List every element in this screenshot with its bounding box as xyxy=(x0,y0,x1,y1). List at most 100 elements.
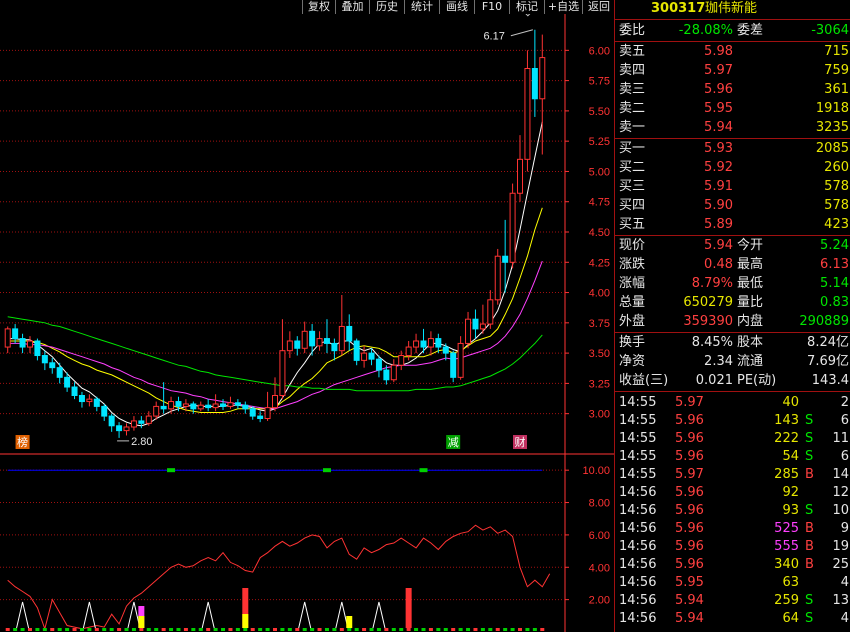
tick-volume: 64 xyxy=(782,611,799,626)
candle-body xyxy=(227,402,234,407)
baseline-dot xyxy=(376,628,381,631)
baseline-dot xyxy=(79,628,84,631)
toolbar-overlay-button[interactable]: 叠加 xyxy=(335,0,369,14)
baseline-dot xyxy=(146,628,151,631)
quote-value: 5.14 xyxy=(820,276,849,291)
tick-price: 5.95 xyxy=(675,575,704,590)
fundamental-value: 0.021 xyxy=(695,373,733,388)
tick-price: 5.94 xyxy=(675,593,704,608)
price-tick-label: 6.00 xyxy=(589,45,610,57)
candle-body xyxy=(301,330,308,349)
ask-volume: 1918 xyxy=(815,101,849,116)
signal-spike xyxy=(201,601,215,629)
bid-label: 买四 xyxy=(619,198,646,213)
candle-body xyxy=(168,401,175,410)
baseline-dot xyxy=(332,628,337,631)
toolbar-f10-button[interactable]: F10 xyxy=(474,0,509,14)
tick-row: 14:56 5.94 259 S 13 xyxy=(615,592,850,610)
tick-time: 14:55 xyxy=(619,395,657,410)
ask-label: 卖五 xyxy=(619,44,646,59)
signal-spike xyxy=(372,601,386,629)
signal-marker xyxy=(419,468,428,473)
tick-count: 25 xyxy=(832,557,849,572)
candle-body xyxy=(175,401,182,407)
toolbar-restore-rights-button[interactable]: 复权 xyxy=(302,0,335,14)
baseline-dot xyxy=(109,628,114,631)
candle-body xyxy=(101,405,108,417)
signal-spike xyxy=(127,601,141,629)
tick-time: 14:56 xyxy=(619,539,657,554)
baseline-dot xyxy=(87,628,92,631)
candle-body xyxy=(487,299,494,325)
baseline-dot xyxy=(503,628,508,631)
tick-price: 5.97 xyxy=(675,395,704,410)
tick-side: S xyxy=(805,413,814,428)
quote-value: 5.94 xyxy=(704,238,733,253)
tick-row: 14:56 5.96 555 B 19 xyxy=(615,538,850,556)
tick-row: 14:56 5.95 63 4 xyxy=(615,574,850,592)
baseline-dot xyxy=(50,628,55,631)
tick-volume: 93 xyxy=(782,503,799,518)
candle-body xyxy=(71,386,78,396)
candle-body xyxy=(272,395,278,409)
toolbar-mark-button[interactable]: 标记 xyxy=(509,0,544,14)
baseline-dot xyxy=(20,628,25,631)
price-tick-label: 5.00 xyxy=(589,166,610,178)
price-tick-label: 5.50 xyxy=(589,106,610,118)
bid-volume: 578 xyxy=(824,198,849,213)
candle-body xyxy=(502,255,509,263)
tick-volume: 92 xyxy=(782,485,799,500)
baseline-dot xyxy=(525,628,530,631)
candle-body xyxy=(450,352,457,378)
candle-body xyxy=(182,403,189,407)
baseline-dot xyxy=(131,628,136,631)
price-tick-label: 3.25 xyxy=(589,378,610,390)
quote-value: 359390 xyxy=(683,314,733,329)
toolbar-draw-line-button[interactable]: 画线 xyxy=(439,0,474,14)
bid-row: 买一 5.93 2085 xyxy=(615,140,850,158)
candle-body xyxy=(116,425,123,432)
tick-count: 10 xyxy=(832,503,849,518)
price-tick-label: 4.50 xyxy=(589,227,610,239)
baseline-dot xyxy=(384,628,389,631)
quote-value: 8.79% xyxy=(691,276,733,291)
indicator-bar xyxy=(138,616,145,628)
toolbar-history-button[interactable]: 历史 xyxy=(369,0,404,14)
fundamental-label: 净资 xyxy=(619,354,646,369)
chart-toolbar: 复权 叠加 历史 统计 画线 F10 标记 +自选 返回 xyxy=(0,0,614,14)
price-tick-label: 3.00 xyxy=(589,409,610,421)
baseline-dot xyxy=(169,628,174,631)
bid-label: 买二 xyxy=(619,160,646,175)
quote-label: 最低 xyxy=(737,276,764,291)
ask-row: 卖五 5.98 715 xyxy=(615,43,850,61)
candle-body xyxy=(12,328,19,340)
candle-body xyxy=(64,376,71,388)
candle-body xyxy=(427,338,434,348)
tick-side: B xyxy=(805,467,814,482)
low-price-annotation: 2.80 xyxy=(131,436,152,448)
ask-row: 卖三 5.96 361 xyxy=(615,81,850,99)
toolbar-back-button[interactable]: 返回 xyxy=(582,0,615,14)
candle-body xyxy=(249,408,256,417)
tick-volume: 285 xyxy=(774,467,799,482)
stock-chart-area[interactable]: 6.00 5.75 5.50 5.25 5.00 4.75 4.50 4.25 4.00 3.75… xyxy=(0,14,614,632)
tick-volume: 222 xyxy=(774,431,799,446)
candle-body xyxy=(93,398,100,407)
candle-body xyxy=(78,395,85,403)
baseline-dot xyxy=(243,628,248,631)
baseline-dot xyxy=(466,628,471,631)
toolbar-add-watchlist-button[interactable]: +自选 xyxy=(544,0,582,14)
candle-body xyxy=(390,364,397,381)
baseline-dot xyxy=(228,628,233,631)
bid-price: 5.91 xyxy=(704,179,733,194)
tick-volume: 40 xyxy=(782,395,799,410)
baseline-dot xyxy=(480,628,485,631)
ask-volume: 3235 xyxy=(815,120,849,135)
tick-count: 14 xyxy=(832,467,849,482)
candle-body xyxy=(26,340,33,348)
candle-body xyxy=(517,158,524,194)
tick-price: 5.96 xyxy=(675,539,704,554)
toolbar-statistics-button[interactable]: 统计 xyxy=(404,0,439,14)
tick-time: 14:56 xyxy=(619,557,657,572)
quote-value: 5.24 xyxy=(820,238,849,253)
